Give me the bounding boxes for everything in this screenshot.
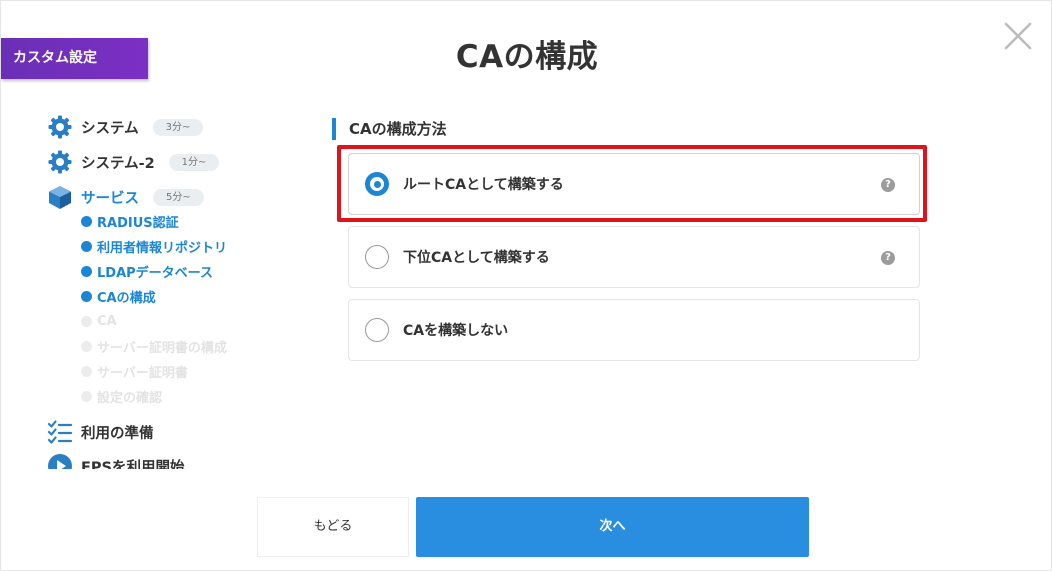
sidebar-section-start: EPSを利用開始 bbox=[47, 452, 184, 469]
step-ca-config: CAの構成 bbox=[81, 286, 156, 306]
step-label: CAの構成 bbox=[97, 290, 156, 306]
option-label: 下位CAとして構築する bbox=[403, 250, 550, 266]
duration-badge: 5分~ bbox=[153, 188, 204, 206]
sidebar-section-label: 利用の準備 bbox=[81, 425, 154, 442]
step-dot bbox=[81, 240, 92, 252]
radio-icon[interactable] bbox=[365, 245, 389, 269]
option-subordinate-ca[interactable]: 下位CAとして構築する ? bbox=[348, 226, 920, 288]
checklist-icon bbox=[47, 419, 73, 445]
play-circle-icon bbox=[47, 453, 73, 469]
step-server-cert: サーバー証明書 bbox=[81, 361, 188, 381]
dialog: カスタム設定 CAの構成 システム 3分~ システム-2 1分~ サービス 5分… bbox=[0, 0, 1052, 571]
step-confirm-settings: 設定の確認 bbox=[81, 386, 162, 406]
option-label: CAを構築しない bbox=[403, 323, 509, 339]
sidebar-section-label: EPSを利用開始 bbox=[81, 459, 185, 470]
step-label: RADIUS認証 bbox=[97, 215, 179, 231]
step-label: サーバー証明書の構成 bbox=[97, 340, 227, 356]
step-label: 設定の確認 bbox=[97, 390, 163, 406]
option-no-ca[interactable]: CAを構築しない bbox=[348, 299, 920, 361]
step-radius-auth: RADIUS認証 bbox=[81, 211, 179, 231]
sidebar-section-label: システム bbox=[81, 120, 139, 137]
step-dot bbox=[81, 340, 92, 352]
sidebar-section-label: システム-2 bbox=[81, 155, 155, 172]
option-root-ca[interactable]: ルートCAとして構築する ? bbox=[348, 153, 920, 215]
step-dot bbox=[81, 315, 92, 327]
duration-badge: 3分~ bbox=[152, 118, 204, 136]
duration-badge: 1分~ bbox=[168, 153, 220, 171]
radio-icon[interactable] bbox=[365, 318, 389, 342]
step-dot bbox=[81, 215, 92, 227]
step-server-cert-config: サーバー証明書の構成 bbox=[81, 336, 227, 356]
sidebar-section-service: サービス 5分~ bbox=[47, 183, 204, 211]
close-icon bbox=[1004, 22, 1032, 50]
step-label: サーバー証明書 bbox=[97, 365, 188, 381]
radio-selected-icon[interactable] bbox=[365, 172, 389, 196]
cube-icon bbox=[47, 184, 73, 210]
step-dot bbox=[81, 290, 92, 302]
step-label: CA bbox=[97, 313, 117, 329]
option-label: ルートCAとして構築する bbox=[403, 177, 564, 193]
progress-sidebar: システム 3分~ システム-2 1分~ サービス 5分~ RADIUS認証 利用… bbox=[41, 109, 301, 469]
next-button[interactable]: 次へ bbox=[416, 497, 809, 557]
help-icon[interactable]: ? bbox=[881, 251, 895, 265]
step-label: LDAPデータベース bbox=[97, 265, 214, 281]
step-dot bbox=[81, 265, 92, 277]
sidebar-section-label: サービス bbox=[81, 190, 139, 207]
step-dot bbox=[81, 390, 92, 402]
step-ca: CA bbox=[81, 311, 117, 331]
step-label: 利用者情報リポジトリ bbox=[97, 240, 228, 256]
back-button[interactable]: もどる bbox=[257, 497, 409, 557]
step-user-repository: 利用者情報リポジトリ bbox=[81, 236, 227, 256]
section-title: CAの構成方法 bbox=[332, 118, 447, 140]
close-button[interactable] bbox=[1001, 19, 1035, 53]
step-dot bbox=[81, 365, 92, 377]
sidebar-section-prepare: 利用の準備 bbox=[47, 418, 154, 446]
step-ldap-database: LDAPデータベース bbox=[81, 261, 213, 281]
sidebar-section-system-2: システム-2 1分~ bbox=[47, 148, 220, 176]
help-icon[interactable]: ? bbox=[881, 178, 895, 192]
sidebar-section-system: システム 3分~ bbox=[47, 113, 204, 141]
gear-icon bbox=[47, 114, 73, 140]
page-title: CAの構成 bbox=[455, 39, 599, 75]
gear-icon bbox=[47, 149, 73, 175]
